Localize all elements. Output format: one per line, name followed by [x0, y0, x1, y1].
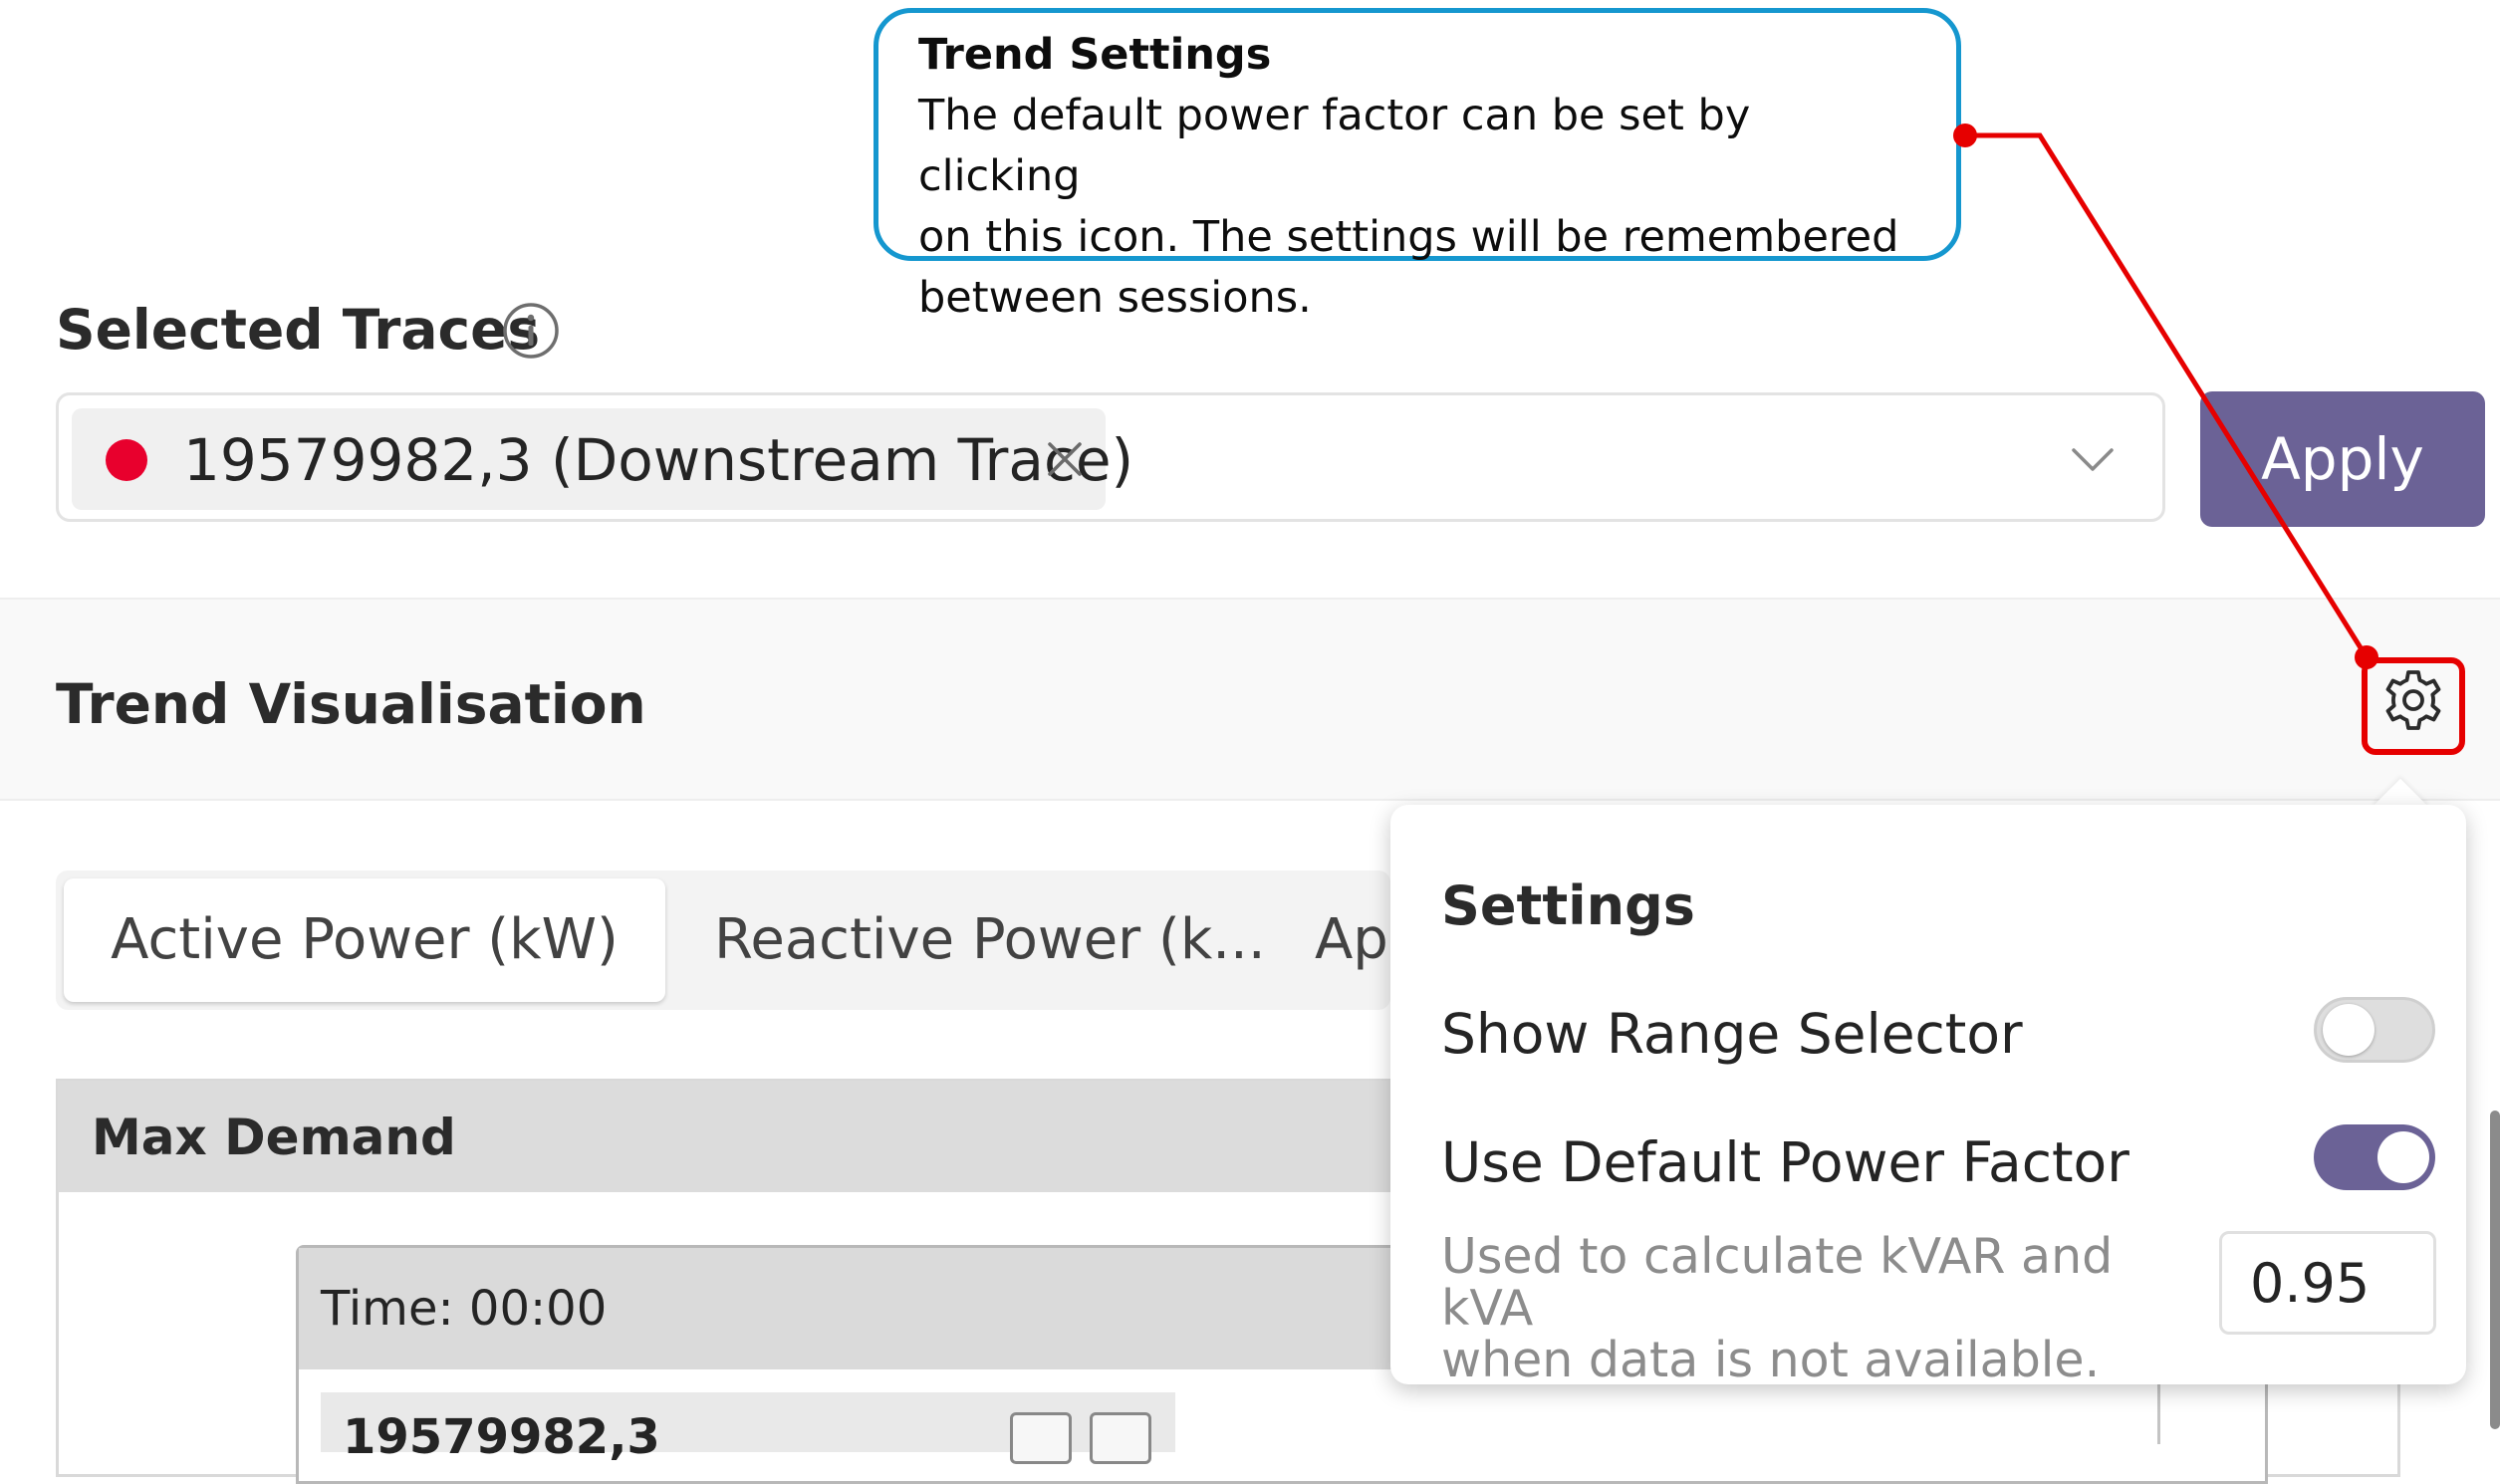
show-range-selector-toggle[interactable]	[2314, 997, 2435, 1063]
trend-settings-callout: Trend Settings The default power factor …	[874, 8, 1961, 323]
tab-active-power[interactable]: Active Power (kW)	[64, 878, 665, 1002]
use-default-pf-label: Use Default Power Factor	[1441, 1130, 2129, 1194]
trace-color-dot	[106, 439, 147, 481]
scrollbar-thumb[interactable]	[2490, 1111, 2500, 1429]
settings-title: Settings	[1441, 874, 1695, 937]
callout-line-2: on this icon. The settings will be remem…	[918, 212, 1899, 262]
tab-apparent-power[interactable]: Ap	[1315, 905, 1388, 975]
help-line-2: when data is not available.	[1441, 1332, 2101, 1388]
trace-chip-label: 19579982,3 (Downstream Trace)	[183, 426, 1134, 494]
tab-reactive-power[interactable]: Reactive Power (k...	[714, 905, 1266, 975]
eye-icon[interactable]	[1010, 1412, 1072, 1464]
apply-button[interactable]: Apply	[2200, 391, 2485, 527]
callout-line-3: between sessions.	[918, 273, 1312, 323]
power-factor-help-text: Used to calculate kVAR and kVA when data…	[1441, 1231, 2198, 1386]
use-default-pf-toggle[interactable]	[2314, 1124, 2435, 1190]
callout-title: Trend Settings	[918, 30, 1272, 80]
chevron-down-icon[interactable]	[2070, 436, 2116, 482]
gear-icon[interactable]	[2378, 665, 2448, 735]
callout-line-1: The default power factor can be set by c…	[918, 91, 1751, 201]
tooltip-row-label: 19579982,3	[343, 1409, 660, 1465]
tooltip-time: Time: 00:00	[321, 1281, 608, 1337]
info-icon[interactable]	[501, 301, 561, 361]
show-range-selector-label: Show Range Selector	[1441, 1002, 2023, 1066]
close-icon[interactable]	[1042, 436, 1088, 482]
help-line-1: Used to calculate kVAR and kVA	[1441, 1228, 2114, 1337]
close-icon[interactable]	[1090, 1412, 1151, 1464]
selected-traces-title: Selected Traces	[56, 298, 541, 362]
power-factor-input[interactable]	[2219, 1231, 2436, 1335]
trend-visualisation-title: Trend Visualisation	[56, 672, 646, 736]
max-demand-title: Max Demand	[92, 1109, 456, 1166]
